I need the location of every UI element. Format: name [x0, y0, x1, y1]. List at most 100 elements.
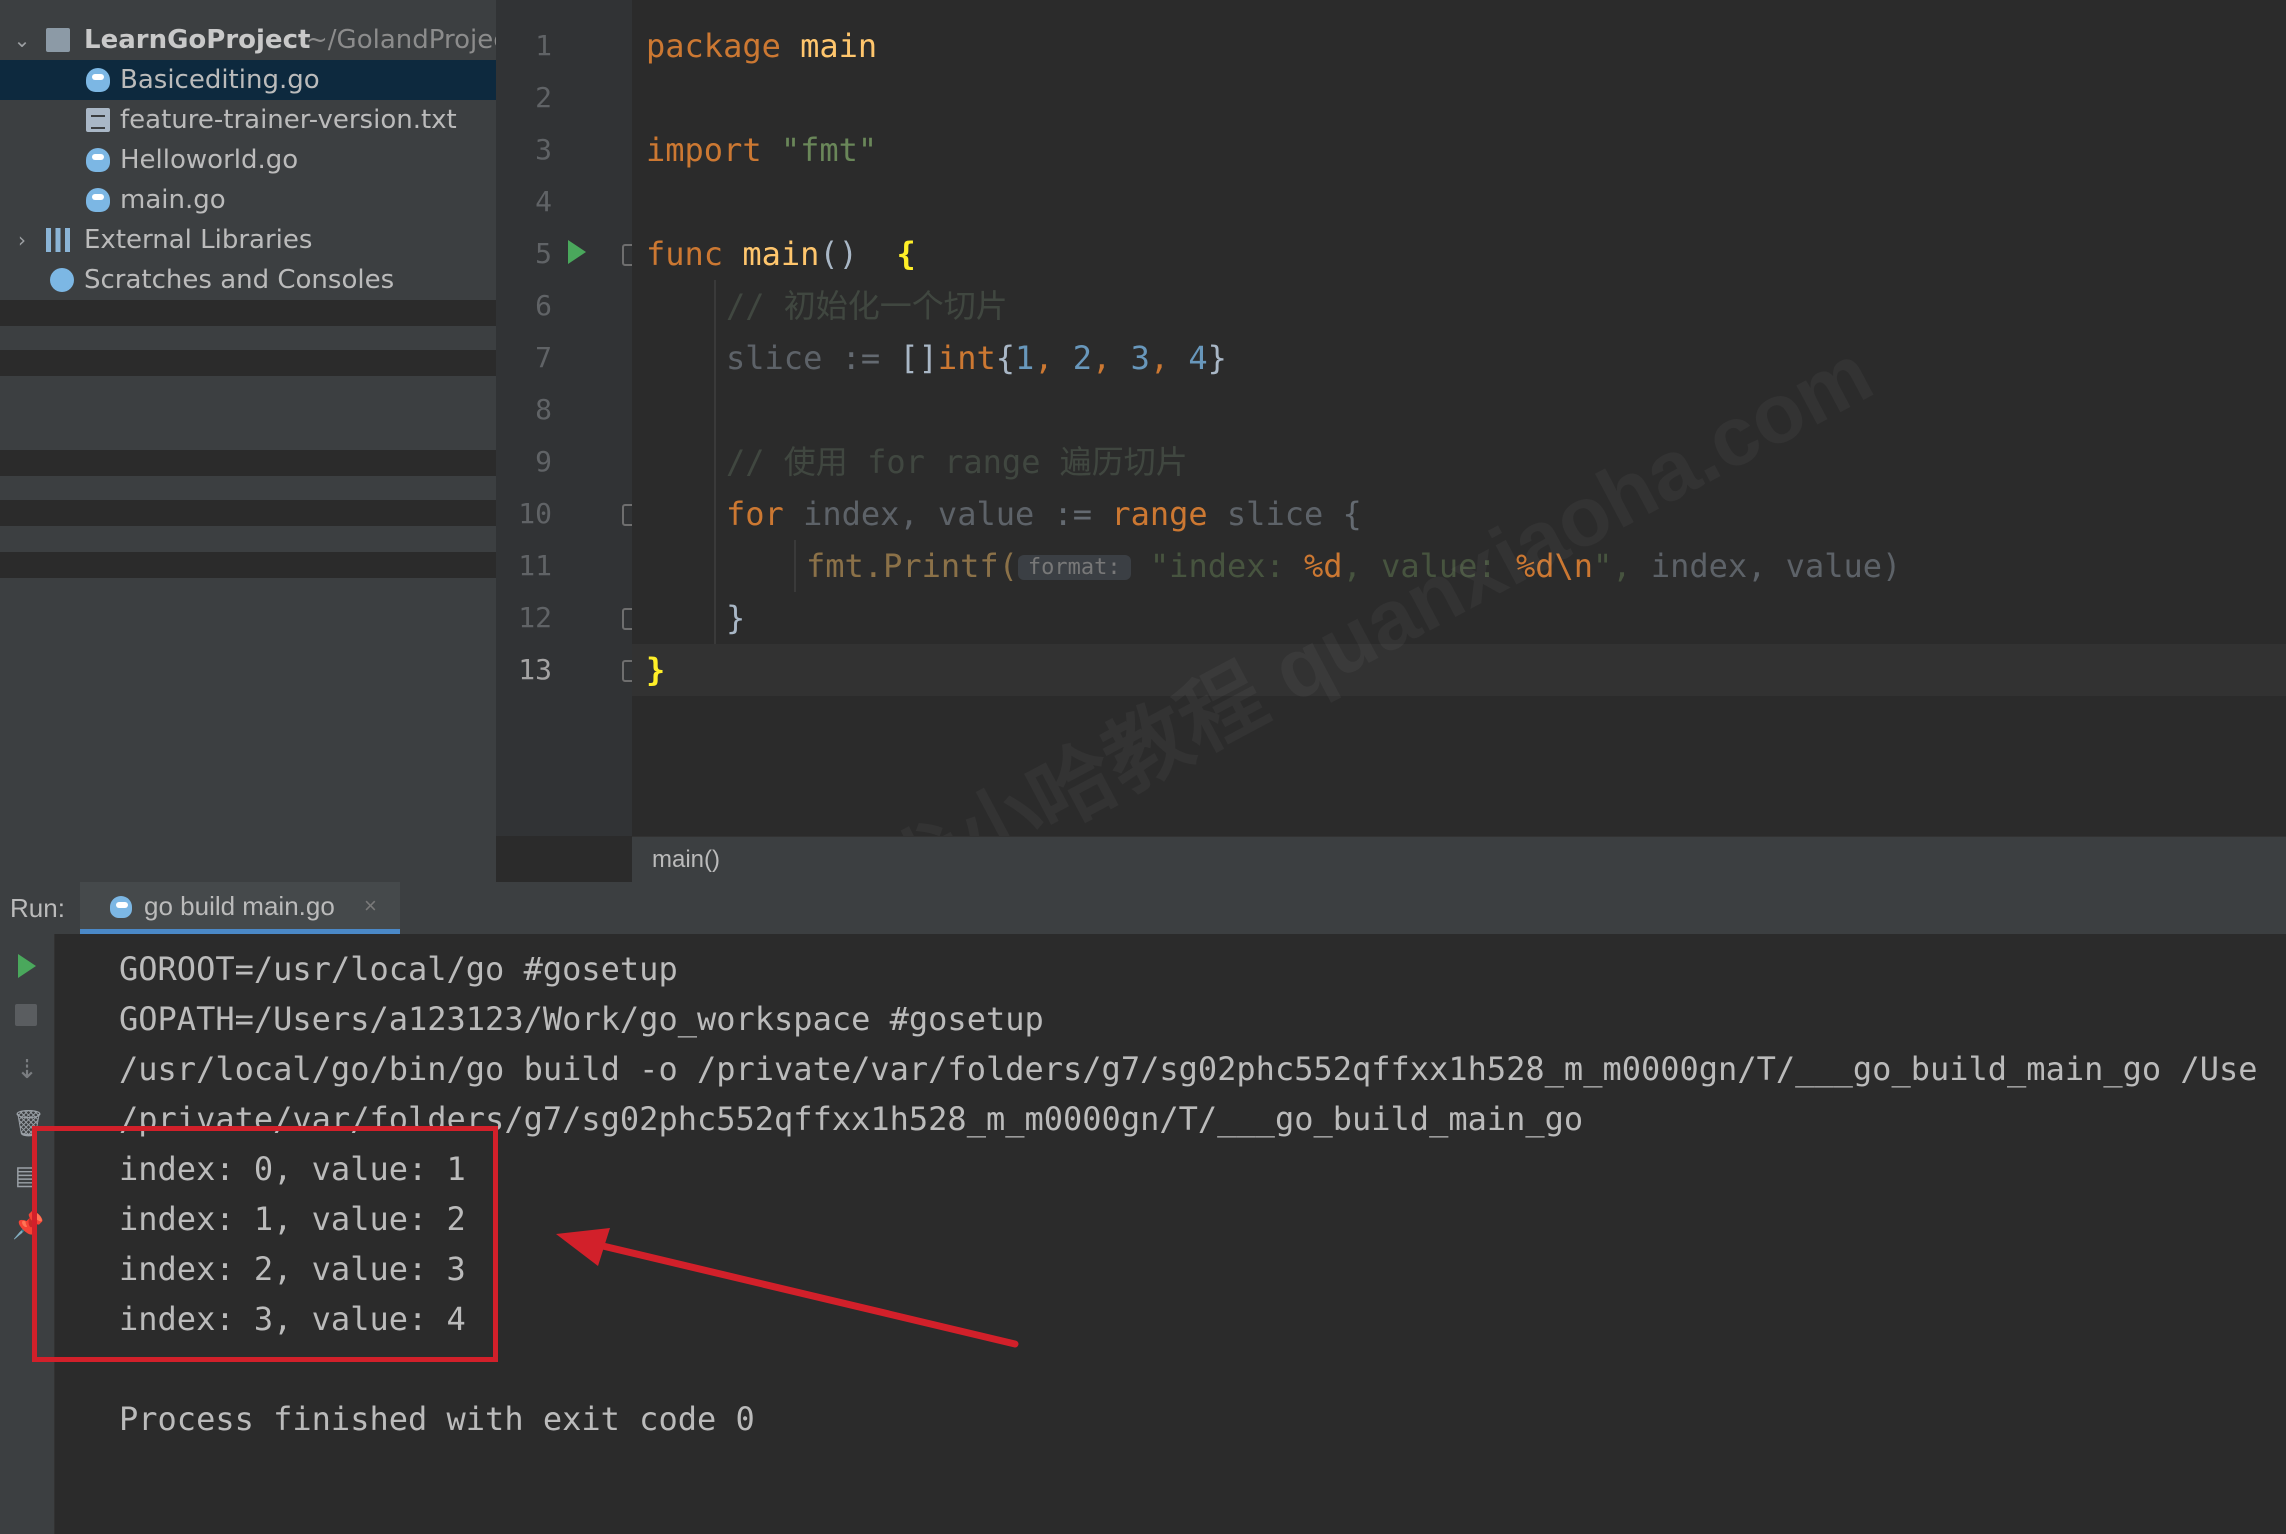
keyword: package — [646, 27, 781, 65]
package-name: main — [800, 27, 878, 65]
go-file-icon — [86, 188, 110, 212]
text-file-icon — [86, 108, 110, 132]
keyword: import — [646, 131, 762, 169]
breadcrumb[interactable]: main() — [632, 836, 2286, 883]
type-prefix: [] — [899, 339, 938, 377]
chevron-down-icon[interactable]: ⌄ — [10, 28, 34, 52]
keyword: for — [726, 495, 784, 533]
run-gutter-icon[interactable] — [568, 240, 586, 264]
tree-root-learngoproject[interactable]: ⌄ LearnGoProject ~/GolandProjec — [0, 20, 496, 60]
code-line-13[interactable]: } — [646, 644, 665, 696]
indent-guide — [794, 540, 796, 592]
panel-stripe — [0, 552, 496, 578]
brace: } — [1207, 339, 1227, 377]
code-line-5[interactable]: func main() { — [646, 228, 916, 280]
line-number: 9 — [535, 445, 552, 478]
go-file-icon — [86, 148, 110, 172]
chevron-right-icon[interactable]: › — [10, 228, 34, 252]
operator: := — [1053, 495, 1093, 533]
tree-item-feature-trainer-version-txt[interactable]: feature-trainer-version.txt — [0, 100, 496, 140]
library-icon — [46, 228, 70, 252]
run-tab-go-build[interactable]: go build main.go × — [80, 882, 400, 934]
tree-item-external-libraries[interactable]: › External Libraries — [0, 220, 496, 260]
close-icon[interactable]: × — [364, 882, 377, 930]
brace: { — [995, 339, 1015, 377]
code-line-9[interactable]: // 使用 for range 遍历切片 — [726, 436, 1188, 488]
scroll-to-end-icon[interactable]: ⇣ — [12, 1054, 42, 1084]
breadcrumb-item[interactable]: main() — [652, 837, 720, 883]
brace: { — [1342, 495, 1362, 533]
rerun-icon[interactable] — [18, 954, 36, 978]
type-keyword: int — [937, 339, 996, 377]
parens: () — [819, 235, 858, 273]
run-label: Run: — [10, 893, 65, 923]
current-line-highlight — [632, 644, 2286, 696]
function-call: fmt.Printf( — [806, 547, 1018, 585]
line-number: 2 — [535, 81, 552, 114]
parameter-hint: format: — [1017, 555, 1131, 580]
number: 4 — [1188, 339, 1208, 377]
operator: := — [841, 339, 881, 377]
console-line-exit: Process finished with exit code 0 — [119, 1400, 755, 1438]
keyword: func — [646, 235, 724, 273]
code-line-1[interactable]: package main — [646, 20, 877, 72]
brace: } — [726, 599, 746, 637]
annotation-arrow — [556, 1228, 1019, 1348]
line-number: 4 — [535, 185, 552, 218]
line-number: 3 — [535, 133, 552, 166]
code-line-7[interactable]: slice := []int{1, 2, 3, 4} — [726, 332, 1227, 384]
code-line-6[interactable]: // 初始化一个切片 — [726, 280, 1008, 332]
line-number: 8 — [535, 393, 552, 426]
function-name: main — [742, 235, 820, 273]
panel-stripe — [0, 300, 496, 326]
tree-item-label: Scratches and Consoles — [84, 265, 395, 295]
console-line: GOPATH=/Users/a123123/Work/go_workspace … — [119, 1000, 1044, 1038]
tree-item-scratches-and-consoles[interactable]: Scratches and Consoles — [0, 260, 496, 300]
variable: slice — [1226, 495, 1324, 533]
line-number: 5 — [535, 237, 552, 270]
brace-matched: } — [646, 651, 666, 689]
line-number: 1 — [535, 29, 552, 62]
line-number: 12 — [518, 601, 552, 634]
line-number: 6 — [535, 289, 552, 322]
tree-item-basicediting-go[interactable]: Basicediting.go — [0, 60, 496, 100]
tree-item-label: External Libraries — [84, 225, 313, 255]
line-number: 11 — [518, 549, 552, 582]
loop-vars: index, value — [803, 495, 1035, 533]
annotation-highlight-box — [32, 1126, 498, 1362]
comment: // 初始化一个切片 — [726, 287, 1008, 325]
brace-matched: { — [896, 235, 916, 273]
tree-item-label: feature-trainer-version.txt — [120, 105, 457, 135]
arrow-shaft — [582, 1238, 1019, 1348]
console-line: /usr/local/go/bin/go build -o /private/v… — [119, 1050, 2258, 1088]
stop-icon[interactable] — [15, 1004, 37, 1026]
tree-item-main-go[interactable]: main.go — [0, 180, 496, 220]
variable: slice — [726, 339, 823, 377]
number: 2 — [1072, 339, 1093, 377]
go-build-icon — [110, 896, 132, 918]
number: 1 — [1014, 339, 1035, 377]
go-file-icon — [86, 68, 110, 92]
scratches-icon — [50, 268, 74, 292]
panel-stripe — [0, 450, 496, 476]
console-line: GOROOT=/usr/local/go #gosetup — [119, 950, 678, 988]
tree-item-label: Helloworld.go — [120, 145, 299, 175]
code-line-10[interactable]: for index, value := range slice { — [726, 488, 1362, 540]
tree-item-label: main.go — [120, 185, 226, 215]
code-line-12[interactable]: } — [726, 592, 745, 644]
line-number: 7 — [535, 341, 552, 374]
project-root-path: ~/GolandProjec — [306, 25, 496, 55]
code-line-3[interactable]: import "fmt" — [646, 124, 877, 176]
editor-gutter: 1 2 3 4 5 6 7 8 9 10 11 12 13 — [496, 0, 633, 836]
code-editor[interactable] — [632, 0, 2286, 836]
project-panel: ⌄ LearnGoProject ~/GolandProjec Basicedi… — [0, 0, 496, 882]
number: 3 — [1130, 339, 1150, 377]
arrow-head — [556, 1228, 610, 1266]
run-tab-label: go build main.go — [144, 891, 335, 921]
tree-item-label: Basicediting.go — [120, 65, 320, 95]
panel-stripe — [0, 500, 496, 526]
run-tool-window-header: Run: go build main.go × — [0, 882, 2286, 935]
keyword: range — [1111, 495, 1208, 533]
tree-item-helloworld-go[interactable]: Helloworld.go — [0, 140, 496, 180]
arguments: index, value) — [1650, 547, 1902, 585]
